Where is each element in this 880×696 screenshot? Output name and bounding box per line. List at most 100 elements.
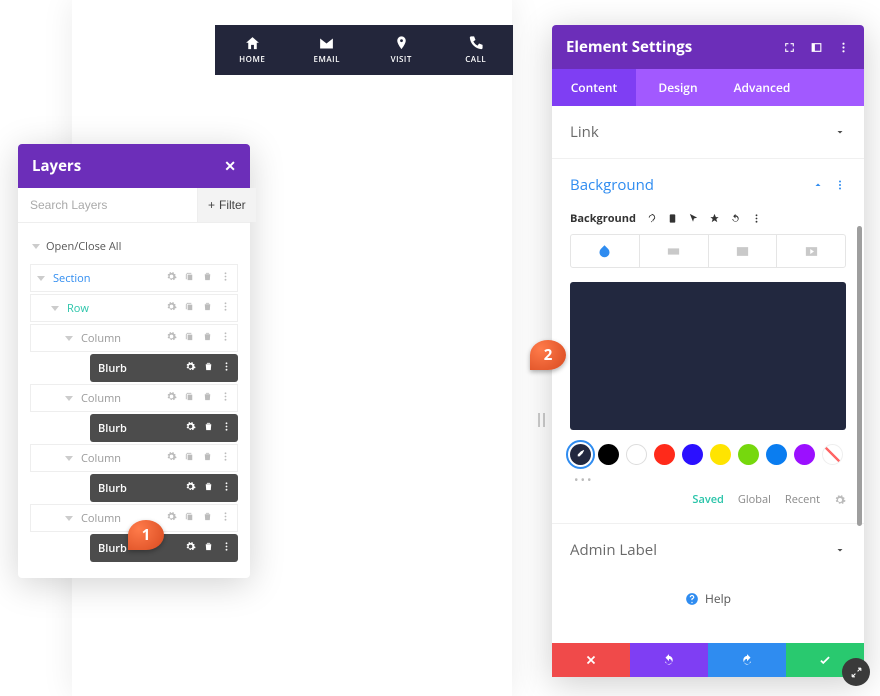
duplicate-icon[interactable]: [184, 271, 195, 286]
swatch-tab-global[interactable]: Global: [738, 492, 771, 507]
section-admin-label[interactable]: Admin Label: [552, 524, 864, 576]
bg-preview[interactable]: [570, 282, 846, 430]
layer-row-column[interactable]: Column: [30, 324, 238, 352]
more-vert-icon[interactable]: [221, 421, 232, 436]
reset-icon[interactable]: [730, 213, 741, 224]
bg-type-color[interactable]: [571, 235, 640, 267]
close-icon[interactable]: ✕: [224, 157, 236, 176]
more-vert-icon[interactable]: [220, 391, 231, 406]
layer-row-section[interactable]: Section: [30, 264, 238, 292]
duplicate-icon[interactable]: [184, 331, 195, 346]
nav-email[interactable]: EMAIL: [290, 25, 365, 75]
gear-icon[interactable]: [185, 481, 196, 496]
more-vert-icon[interactable]: [221, 541, 232, 556]
trash-icon[interactable]: [202, 511, 213, 526]
swatch-yellow[interactable]: [710, 444, 731, 465]
trash-icon[interactable]: [202, 271, 213, 286]
swatch-blue2[interactable]: [766, 444, 787, 465]
section-link[interactable]: Link: [552, 106, 864, 158]
more-vert-icon[interactable]: [220, 271, 231, 286]
swatch-eyedrop[interactable]: [570, 444, 591, 465]
swatch-white[interactable]: [626, 444, 647, 465]
tab-advanced[interactable]: Advanced: [720, 69, 804, 106]
gear-icon[interactable]: [166, 391, 177, 406]
more-vert-icon[interactable]: [220, 511, 231, 526]
drag-handle[interactable]: [538, 413, 546, 427]
layer-row-column[interactable]: Column: [30, 444, 238, 472]
pin-icon[interactable]: [709, 213, 720, 224]
settings-tabs: Content Design Advanced: [552, 69, 864, 106]
swatch-lime[interactable]: [738, 444, 759, 465]
duplicate-icon[interactable]: [184, 391, 195, 406]
scrollbar[interactable]: [857, 226, 862, 526]
trash-icon[interactable]: [203, 481, 214, 496]
cursor-icon[interactable]: [688, 213, 699, 224]
more-vert-icon[interactable]: [221, 361, 232, 376]
duplicate-icon[interactable]: [184, 451, 195, 466]
nav-call[interactable]: CALL: [439, 25, 514, 75]
expand-icon[interactable]: [783, 41, 796, 54]
more-vert-icon[interactable]: [834, 179, 846, 191]
more-vert-icon[interactable]: [837, 41, 850, 54]
tab-content[interactable]: Content: [552, 69, 636, 106]
nav-visit[interactable]: VISIT: [364, 25, 439, 75]
more-swatches-icon[interactable]: •••: [570, 471, 846, 492]
nav-home[interactable]: HOME: [215, 25, 290, 75]
swatch-purple[interactable]: [794, 444, 815, 465]
filter-button[interactable]: + Filter: [197, 188, 256, 222]
bg-type-video[interactable]: [777, 235, 845, 267]
redo-button[interactable]: [708, 643, 786, 677]
more-vert-icon[interactable]: [221, 481, 232, 496]
help-icon[interactable]: [646, 213, 657, 224]
swatch-tab-saved[interactable]: Saved: [692, 492, 724, 507]
swatch-red[interactable]: [654, 444, 675, 465]
layer-row-rowtype[interactable]: Row: [30, 294, 238, 322]
more-vert-icon[interactable]: [220, 451, 231, 466]
duplicate-icon[interactable]: [184, 511, 195, 526]
trash-icon[interactable]: [202, 451, 213, 466]
undo-button[interactable]: [630, 643, 708, 677]
help-row[interactable]: Help: [552, 576, 864, 621]
search-input[interactable]: [18, 188, 197, 222]
gear-icon[interactable]: [166, 271, 177, 286]
swatch-blue[interactable]: [682, 444, 703, 465]
swatch-tab-recent[interactable]: Recent: [785, 492, 820, 507]
layer-row-blurb[interactable]: Blurb: [90, 354, 238, 382]
gear-icon[interactable]: [185, 361, 196, 376]
panel-icon[interactable]: [810, 41, 823, 54]
tab-design[interactable]: Design: [636, 69, 720, 106]
swatch-none[interactable]: [822, 444, 843, 465]
open-close-all[interactable]: Open/Close All: [30, 233, 238, 264]
trash-icon[interactable]: [203, 361, 214, 376]
swatch-black[interactable]: [598, 444, 619, 465]
more-vert-icon[interactable]: [751, 213, 762, 224]
trash-icon[interactable]: [202, 391, 213, 406]
gear-icon[interactable]: [166, 331, 177, 346]
section-background[interactable]: Background: [552, 159, 864, 211]
layer-row-column[interactable]: Column: [30, 384, 238, 412]
resize-fab[interactable]: [842, 658, 870, 686]
bg-type-gradient[interactable]: [640, 235, 709, 267]
more-vert-icon[interactable]: [220, 331, 231, 346]
cancel-button[interactable]: [552, 643, 630, 677]
gear-icon[interactable]: [166, 511, 177, 526]
layer-row-blurb[interactable]: Blurb: [90, 414, 238, 442]
gear-icon[interactable]: [185, 541, 196, 556]
layer-row-blurb[interactable]: Blurb: [90, 534, 238, 562]
trash-icon[interactable]: [203, 421, 214, 436]
tablet-icon[interactable]: [667, 213, 678, 224]
chevron-down-icon: [834, 126, 846, 138]
duplicate-icon[interactable]: [184, 301, 195, 316]
more-vert-icon[interactable]: [220, 301, 231, 316]
gear-icon[interactable]: [834, 494, 846, 506]
gear-icon[interactable]: [166, 451, 177, 466]
trash-icon[interactable]: [202, 301, 213, 316]
eyedropper-icon: [575, 449, 586, 460]
layers-toolbar: + Filter: [18, 188, 250, 223]
bg-type-image[interactable]: [709, 235, 778, 267]
trash-icon[interactable]: [203, 541, 214, 556]
layer-row-blurb[interactable]: Blurb: [90, 474, 238, 502]
gear-icon[interactable]: [185, 421, 196, 436]
gear-icon[interactable]: [166, 301, 177, 316]
trash-icon[interactable]: [202, 331, 213, 346]
